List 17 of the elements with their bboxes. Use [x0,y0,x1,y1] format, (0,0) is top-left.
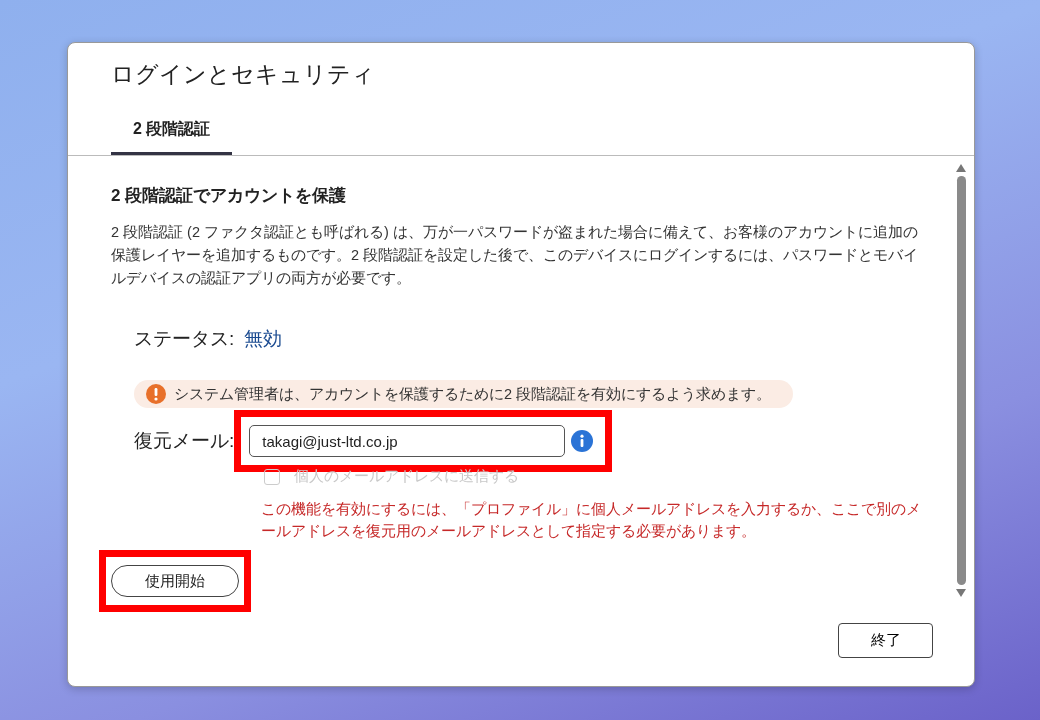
info-icon[interactable] [571,430,594,452]
scroll-thumb[interactable] [956,176,966,585]
section-heading: 2 段階認証でアカウントを保護 [111,185,348,207]
description-text: 2 段階認証 (2 ファクタ認証とも呼ばれる) は、万が一パスワードが盗まれた場合に備えて、お客様のアカウントに追加の保護レイヤーを追加するものです。2 段階認証を設定した後で、このデバイスにログインするには、パスワードとモバイルデバイスの認証アプリの両方が必要です。 [111,223,920,288]
scroll-up-icon[interactable] [956,164,966,172]
finish-button[interactable]: 終了 [838,623,933,658]
recovery-email-field[interactable]: takagi@just-ltd.co.jp [249,425,566,457]
status-value: 無効 [244,327,283,351]
warning-text: システム管理者は、アカウントを保護するために2 段階認証を有効にするよう求めます。 [174,384,772,404]
status-label: ステータス: [134,327,235,351]
tab[interactable]: 2 段階認証 [111,111,233,155]
dialog-title: ログインとセキュリティ [110,60,376,89]
recovery-email-label: 復元メール: [134,429,235,453]
warning-icon [146,384,166,404]
error-message: この機能を有効にするには、「プロファイル」に個人メールアドレスを入力するか、ここで別のメールアドレスを復元用のメールアドレスとして指定する必要があります。 [261,500,922,541]
start-button[interactable]: 使用開始 [111,565,239,597]
scroll-down-icon[interactable] [956,589,966,597]
